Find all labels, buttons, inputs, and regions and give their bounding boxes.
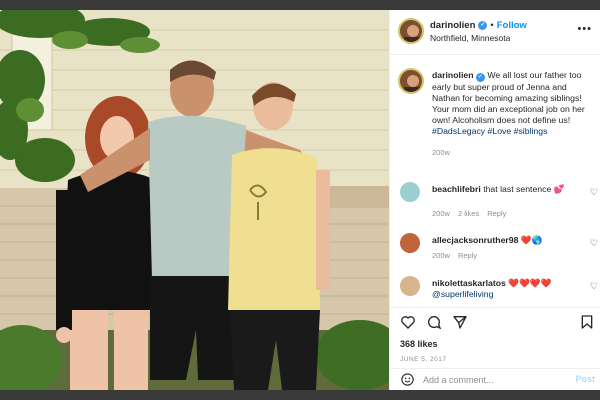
comment-item: beachlifebri that last sentence 💕 200w 2…: [390, 182, 600, 222]
comment-item: nikolettaskarlatos ❤️❤️❤️❤️ @superlifeli…: [390, 276, 600, 307]
more-options-icon[interactable]: •••: [577, 23, 592, 35]
share-icon[interactable]: [452, 314, 468, 330]
comment-time: 200w: [432, 251, 450, 260]
post-header: darinolien ✓ • Follow Northfield, Minnes…: [390, 10, 600, 55]
comment-body: beachlifebri that last sentence 💕: [432, 184, 582, 195]
comment-emoji: ❤️🌎: [520, 235, 543, 245]
caption-username[interactable]: darinolien: [432, 70, 474, 80]
bookmark-icon[interactable]: [579, 314, 595, 330]
comments-section[interactable]: darinolien ✓ We all lost our father too …: [390, 56, 600, 307]
author-username[interactable]: darinolien: [430, 20, 475, 31]
author-avatar[interactable]: [398, 18, 424, 44]
family-photo-image: [0, 10, 389, 390]
comment-input[interactable]: [423, 373, 563, 387]
comment-text: that last sentence: [483, 184, 552, 194]
emoji-icon[interactable]: [400, 372, 415, 387]
comment-body: nikolettaskarlatos ❤️❤️❤️❤️ @superlifeli…: [432, 278, 582, 300]
comment-heart-icon[interactable]: ♡: [590, 187, 598, 198]
commenter-avatar[interactable]: [400, 182, 420, 202]
action-bar: [390, 307, 600, 333]
post-comment-button[interactable]: Post: [575, 374, 595, 384]
caption-timestamp: 200w: [432, 148, 450, 157]
comment-likes[interactable]: 2 likes: [458, 209, 479, 218]
comment-time: 200w: [432, 209, 450, 218]
comment-username[interactable]: beachlifebri: [432, 184, 481, 194]
commenter-avatar[interactable]: [400, 233, 420, 253]
comment-body: allecjacksonruther98 ❤️🌎: [432, 235, 582, 246]
bottom-frame-strip: [0, 390, 600, 400]
comment-heart-icon[interactable]: ♡: [590, 238, 598, 249]
comment-mention[interactable]: @superlifeliving: [432, 289, 493, 299]
comment-emoji: 💕: [553, 184, 565, 194]
comment-meta: 200w 2 likes Reply: [432, 209, 506, 218]
reply-button[interactable]: Reply: [458, 251, 477, 260]
post-photo[interactable]: [0, 10, 389, 390]
verified-badge-icon: ✓: [475, 73, 485, 82]
like-count[interactable]: 368 likes: [400, 339, 438, 349]
caption-hashtags[interactable]: #DadsLegacy #Love #siblings: [432, 126, 547, 136]
commenter-avatar[interactable]: [400, 276, 420, 296]
reply-button[interactable]: Reply: [487, 209, 506, 218]
top-frame-strip: [0, 0, 600, 10]
author-line: darinolien ✓ • Follow: [430, 20, 527, 31]
heart-icon[interactable]: [400, 314, 416, 330]
follow-button[interactable]: Follow: [497, 20, 527, 31]
comment-username[interactable]: allecjacksonruther98: [432, 235, 518, 245]
comment-heart-icon[interactable]: ♡: [590, 281, 598, 292]
comment-meta: 200w Reply: [432, 251, 477, 260]
post-panel: darinolien ✓ • Follow Northfield, Minnes…: [389, 10, 600, 390]
add-comment-bar: Post: [390, 368, 600, 390]
verified-badge-icon: ✓: [478, 21, 488, 30]
separator-dot: •: [490, 20, 494, 31]
post-location[interactable]: Northfield, Minnesota: [430, 33, 510, 43]
post-date: JUNE 5, 2017: [400, 356, 447, 363]
post-caption: darinolien ✓ We all lost our father too …: [432, 70, 594, 137]
comment-item: allecjacksonruther98 ❤️🌎 200w Reply ♡: [390, 233, 600, 273]
comment-icon[interactable]: [426, 314, 442, 330]
caption-author-avatar[interactable]: [398, 68, 424, 94]
comment-emoji: ❤️❤️❤️❤️: [508, 278, 552, 288]
comment-username[interactable]: nikolettaskarlatos: [432, 278, 506, 288]
